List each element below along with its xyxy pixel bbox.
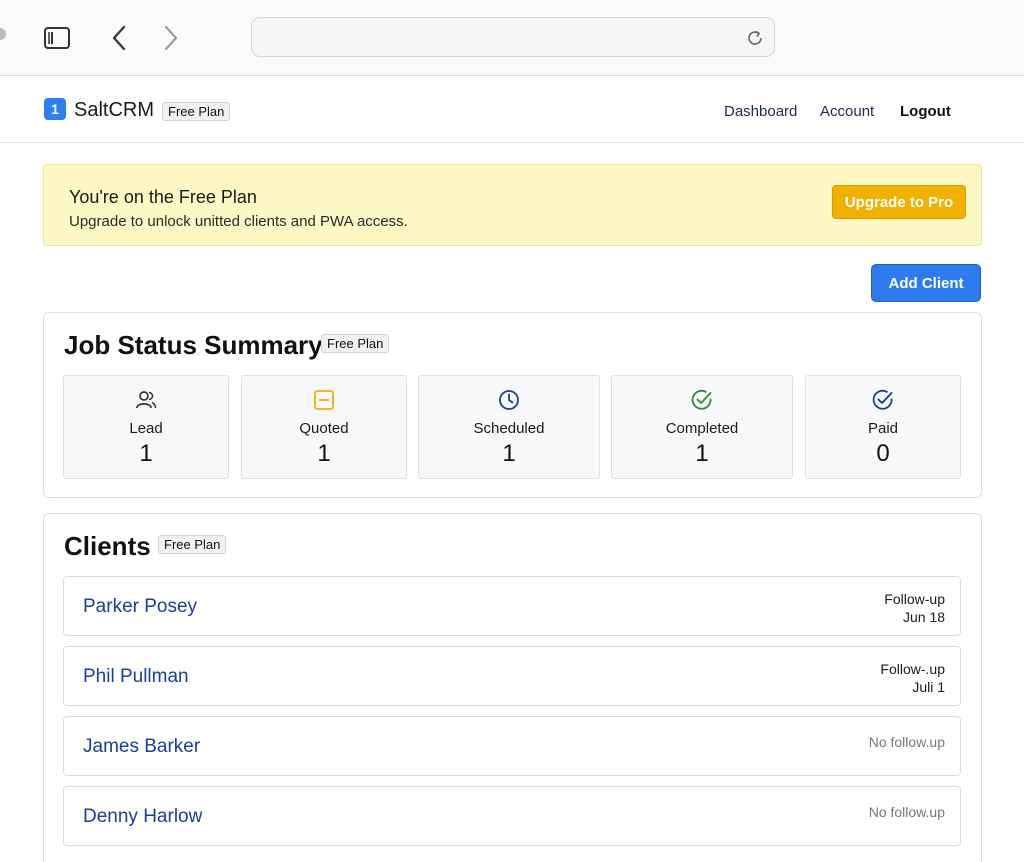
plan-badge: Free Plan	[162, 102, 231, 121]
status-count: 1	[502, 440, 516, 467]
logo-icon[interactable]: 1	[44, 98, 66, 120]
reload-button[interactable]	[744, 27, 766, 49]
app-header: 1 SaltCRM Free Plan Dashboard Account Lo…	[0, 77, 1024, 143]
job-status-summary-card: Job Status Summary Free Plan Lead 1 Quot…	[43, 312, 982, 498]
nav-dashboard-link[interactable]: Dashboard	[724, 103, 797, 120]
window-control-dot[interactable]	[0, 28, 6, 40]
client-row[interactable]: James Barker No follow.up	[63, 716, 961, 776]
followup-date: Juli 1	[912, 679, 945, 695]
status-lead[interactable]: Lead 1	[63, 375, 229, 479]
followup-label: Follow-.up	[880, 661, 945, 677]
status-count: 0	[876, 440, 890, 467]
status-label: Completed	[665, 420, 739, 437]
sidebar-icon	[44, 27, 70, 49]
client-name[interactable]: Parker Posey	[83, 596, 197, 618]
nav-account-link[interactable]: Account	[820, 103, 874, 120]
followup-info: Follow-.up Juli 1	[880, 660, 945, 696]
followup-label: No follow.up	[868, 734, 945, 750]
address-bar[interactable]	[251, 17, 775, 57]
followup-date: Jun 18	[902, 609, 945, 625]
clients-plan-badge: Free Plan	[158, 535, 227, 554]
followup-label: Follow-up	[884, 591, 945, 607]
nav-logout-link[interactable]: Logout	[900, 103, 951, 120]
quote-box-icon	[314, 390, 334, 410]
add-client-button[interactable]: Add Client	[871, 264, 981, 302]
client-row[interactable]: Phil Pullman Follow-.up Juli 1	[63, 646, 961, 706]
chevron-left-icon	[112, 25, 126, 51]
status-scheduled[interactable]: Scheduled 1	[418, 375, 600, 479]
status-label: Scheduled	[473, 420, 545, 437]
banner-text: Upgrade to unlock unitted clients and PW…	[69, 213, 408, 230]
job-status-title: Job Status Summary	[64, 330, 323, 360]
client-name[interactable]: Denny Harlow	[83, 806, 202, 828]
status-count: 1	[139, 440, 153, 467]
sidebar-toggle-button[interactable]	[41, 22, 73, 54]
status-count: 1	[317, 440, 331, 467]
back-button[interactable]	[103, 22, 135, 54]
client-row[interactable]: Denny Harlow No follow.up	[63, 786, 961, 846]
upgrade-to-pro-button[interactable]: Upgrade to Pro	[832, 185, 966, 219]
check-circle-icon	[691, 389, 712, 410]
check-circle-icon	[872, 389, 893, 410]
clients-card: Clients Free Plan Parker Posey Follow-up…	[43, 513, 982, 862]
chevron-right-icon	[164, 25, 178, 51]
clients-title: Clients	[64, 531, 151, 561]
clock-icon	[499, 390, 519, 410]
status-count: 1	[695, 440, 709, 467]
forward-button[interactable]	[155, 22, 187, 54]
status-completed[interactable]: Completed 1	[611, 375, 793, 479]
banner-title: You're on the Free Plan	[69, 187, 257, 207]
status-label: Paid	[867, 420, 899, 437]
brand-name[interactable]: SaltCRM	[74, 99, 154, 122]
followup-info: No follow.up	[869, 803, 945, 821]
free-plan-banner: You're on the Free Plan Upgrade to unloc…	[43, 164, 982, 246]
reload-icon	[748, 30, 762, 45]
followup-info: No follow.up	[869, 733, 945, 751]
status-label: Quoted	[299, 420, 349, 437]
followup-info: Follow-up Jun 18	[884, 590, 945, 626]
client-name[interactable]: Phil Pullman	[83, 666, 189, 688]
followup-label: No follow.up	[868, 804, 945, 820]
browser-toolbar	[0, 0, 1024, 76]
status-label: Lead	[129, 420, 163, 437]
client-name[interactable]: James Barker	[83, 736, 200, 758]
status-plan-badge: Free Plan	[321, 334, 390, 353]
status-paid[interactable]: Paid 0	[805, 375, 961, 479]
client-row[interactable]: Parker Posey Follow-up Jun 18	[63, 576, 961, 636]
status-quoted[interactable]: Quoted 1	[241, 375, 407, 479]
users-icon	[136, 391, 157, 409]
